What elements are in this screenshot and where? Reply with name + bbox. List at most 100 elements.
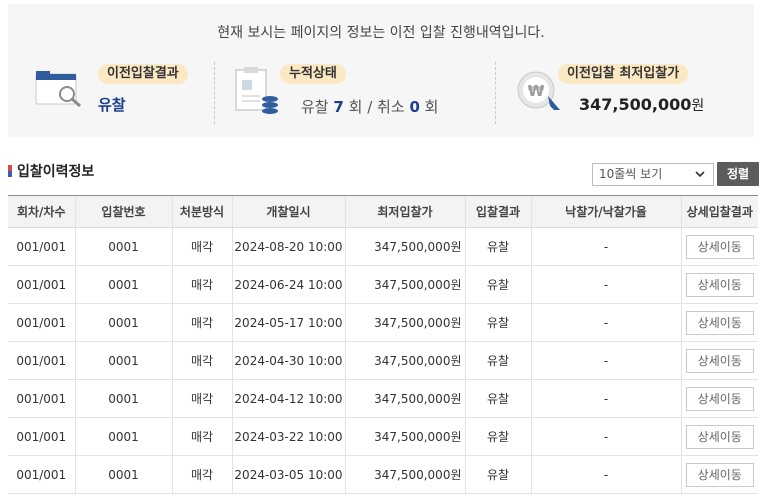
document-stack-icon xyxy=(234,66,282,122)
award-cell: - xyxy=(530,227,681,266)
detail-cell: 상세이동 xyxy=(680,265,758,304)
detail-button[interactable]: 상세이동 xyxy=(685,424,754,449)
column-header: 낙찰가/낙찰가율 xyxy=(530,195,681,228)
bid-number-cell: 0001 xyxy=(74,265,172,304)
award-cell: - xyxy=(530,265,681,304)
bid-number-cell: 0001 xyxy=(74,303,172,342)
min-price-amount: 347,500,000 xyxy=(579,95,692,114)
summary-divider xyxy=(214,62,215,124)
open-date-cell: 2024-05-17 10:00 xyxy=(231,303,345,342)
detail-cell: 상세이동 xyxy=(680,227,758,266)
award-cell: - xyxy=(530,379,681,418)
sort-button[interactable]: 정렬 xyxy=(717,162,759,186)
award-cell: - xyxy=(530,303,681,342)
column-header: 입찰결과 xyxy=(464,195,531,228)
min-price-value: 347,500,000원 xyxy=(579,95,704,115)
chevron-down-icon xyxy=(695,164,705,192)
bid-history-table: 회차/차수 입찰번호 처분방식 개찰일시 최저입찰가 입찰결과 낙찰가/낙찰가율… xyxy=(8,195,758,494)
cancel-unit: 회 xyxy=(424,98,439,116)
detail-button[interactable]: 상세이동 xyxy=(685,234,754,259)
cancel-count: 0 xyxy=(409,98,420,116)
bid-number-cell: 0001 xyxy=(74,227,172,266)
table-row: 001/001 0001 매각 2024-04-30 10:00 347,500… xyxy=(8,341,758,380)
min-price-block: ₩ 이전입찰 최저입찰가 347,500,000원 xyxy=(514,64,754,126)
prev-result-block: 이전입찰결과 유찰 xyxy=(34,64,214,126)
table-row: 001/001 0001 매각 2024-04-12 10:00 347,500… xyxy=(8,379,758,418)
min-price-cell: 347,500,000원 xyxy=(344,303,465,342)
min-price-cell: 347,500,000원 xyxy=(344,455,465,494)
open-date-cell: 2024-04-12 10:00 xyxy=(231,379,345,418)
method-cell: 매각 xyxy=(171,379,232,418)
detail-button[interactable]: 상세이동 xyxy=(685,272,754,297)
detail-cell: 상세이동 xyxy=(680,455,758,494)
min-price-cell: 347,500,000원 xyxy=(344,341,465,380)
fail-unit: 회 xyxy=(348,98,363,116)
bid-summary-panel: 현재 보시는 페이지의 정보는 이전 입찰 진행내역입니다. 이전입찰결과 유찰 xyxy=(8,4,754,137)
cumulative-value: 유찰 7 회 / 취소 0 회 xyxy=(301,96,438,117)
min-price-cell: 347,500,000원 xyxy=(344,227,465,266)
summary-notice: 현재 보시는 페이지의 정보는 이전 입찰 진행내역입니다. xyxy=(217,25,545,41)
detail-button[interactable]: 상세이동 xyxy=(685,462,754,487)
page-size-selected: 10줄씩 보기 xyxy=(599,167,663,181)
result-cell: 유찰 xyxy=(464,227,531,266)
won-price-icon: ₩ xyxy=(514,66,564,120)
min-price-cell: 347,500,000원 xyxy=(344,265,465,304)
result-cell: 유찰 xyxy=(464,417,531,456)
bid-number-cell: 0001 xyxy=(74,417,172,456)
detail-button[interactable]: 상세이동 xyxy=(685,386,754,411)
min-price-unit: 원 xyxy=(691,98,705,114)
round-cell: 001/001 xyxy=(8,341,75,380)
detail-button[interactable]: 상세이동 xyxy=(685,348,754,373)
open-date-cell: 2024-03-05 10:00 xyxy=(231,455,345,494)
min-price-cell: 347,500,000원 xyxy=(344,379,465,418)
round-cell: 001/001 xyxy=(8,303,75,342)
detail-cell: 상세이동 xyxy=(680,417,758,456)
detail-button[interactable]: 상세이동 xyxy=(685,310,754,335)
round-cell: 001/001 xyxy=(8,417,75,456)
section-title: 입찰이력정보 xyxy=(8,161,94,181)
folder-search-icon xyxy=(34,68,86,112)
bid-number-cell: 0001 xyxy=(74,455,172,494)
detail-cell: 상세이동 xyxy=(680,379,758,418)
round-cell: 001/001 xyxy=(8,379,75,418)
award-cell: - xyxy=(530,341,681,380)
min-price-cell: 347,500,000원 xyxy=(344,417,465,456)
result-cell: 유찰 xyxy=(464,303,531,342)
table-header-row: 회차/차수 입찰번호 처분방식 개찰일시 최저입찰가 입찰결과 낙찰가/낙찰가율… xyxy=(8,195,758,228)
round-cell: 001/001 xyxy=(8,455,75,494)
column-header: 회차/차수 xyxy=(8,195,75,228)
detail-cell: 상세이동 xyxy=(680,341,758,380)
open-date-cell: 2024-06-24 10:00 xyxy=(231,265,345,304)
round-cell: 001/001 xyxy=(8,265,75,304)
result-cell: 유찰 xyxy=(464,379,531,418)
open-date-cell: 2024-08-20 10:00 xyxy=(231,227,345,266)
method-cell: 매각 xyxy=(171,265,232,304)
min-price-label: 이전입찰 최저입찰가 xyxy=(558,64,689,84)
column-header: 입찰번호 xyxy=(74,195,172,228)
prev-result-value: 유찰 xyxy=(98,96,126,114)
open-date-cell: 2024-04-30 10:00 xyxy=(231,341,345,380)
result-cell: 유찰 xyxy=(464,455,531,494)
open-date-cell: 2024-03-22 10:00 xyxy=(231,417,345,456)
award-cell: - xyxy=(530,417,681,456)
svg-text:₩: ₩ xyxy=(528,82,545,100)
award-cell: - xyxy=(530,455,681,494)
page-size-select[interactable]: 10줄씩 보기 xyxy=(592,163,714,186)
count-separator: / xyxy=(367,98,373,116)
method-cell: 매각 xyxy=(171,417,232,456)
bid-number-cell: 0001 xyxy=(74,341,172,380)
fail-label: 유찰 xyxy=(301,98,329,116)
prev-result-label: 이전입찰결과 xyxy=(98,64,188,84)
result-cell: 유찰 xyxy=(464,265,531,304)
method-cell: 매각 xyxy=(171,227,232,266)
fail-count: 7 xyxy=(333,98,344,116)
cumulative-block: 누적상태 유찰 7 회 / 취소 0 회 xyxy=(234,64,484,126)
column-header: 개찰일시 xyxy=(231,195,345,228)
method-cell: 매각 xyxy=(171,341,232,380)
round-cell: 001/001 xyxy=(8,227,75,266)
table-row: 001/001 0001 매각 2024-08-20 10:00 347,500… xyxy=(8,227,758,266)
column-header: 상세입찰결과 xyxy=(680,195,758,228)
detail-cell: 상세이동 xyxy=(680,303,758,342)
method-cell: 매각 xyxy=(171,455,232,494)
summary-divider xyxy=(495,62,496,124)
